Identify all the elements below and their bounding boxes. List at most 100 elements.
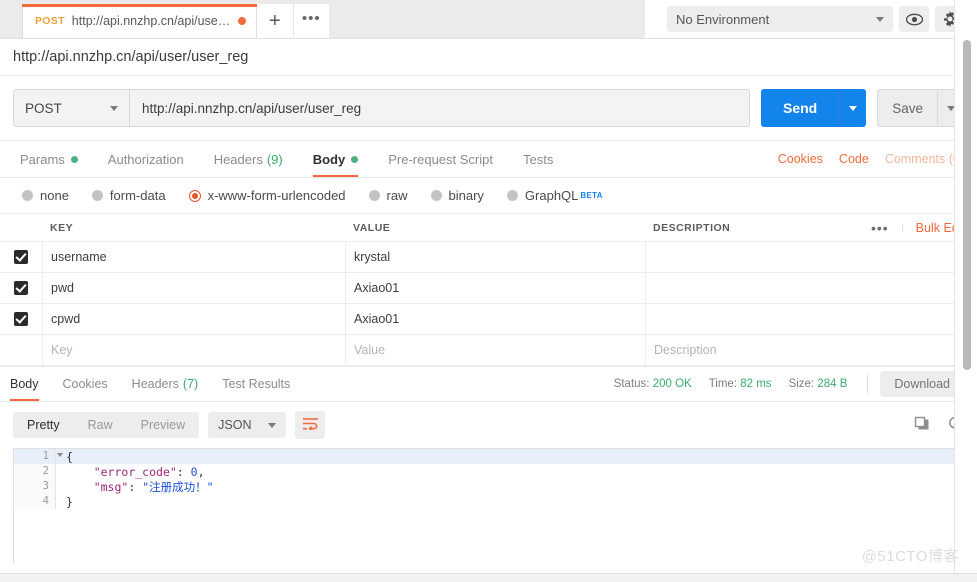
checkbox-checked-icon[interactable] xyxy=(14,250,28,264)
fold-toggle-icon[interactable] xyxy=(57,453,63,457)
row-description-cell[interactable] xyxy=(646,273,977,303)
row-checkbox-cell[interactable] xyxy=(0,335,43,365)
row-value-cell[interactable]: Value xyxy=(346,335,646,365)
time-badge: Time: 82 ms xyxy=(709,378,772,390)
header-check-cell xyxy=(0,214,42,241)
time-label: Time: xyxy=(708,378,738,390)
body-type-form-data[interactable]: form-data xyxy=(91,188,166,203)
chevron-down-icon xyxy=(876,16,884,22)
row-value-text: krystal xyxy=(354,250,391,264)
body-type-binary[interactable]: binary xyxy=(430,188,484,203)
save-button[interactable]: Save xyxy=(877,89,937,127)
tab-headers[interactable]: Headers (9) xyxy=(214,141,283,177)
status-label: Status: xyxy=(613,378,650,390)
column-header-value: VALUE xyxy=(353,221,391,234)
row-value-cell[interactable]: krystal xyxy=(346,242,646,272)
send-options-button[interactable] xyxy=(839,89,867,127)
row-value-cell[interactable]: Axiao01 xyxy=(346,273,646,303)
tab-headers-count: (9) xyxy=(266,151,283,167)
copy-button[interactable] xyxy=(914,416,930,435)
response-tabs: Body Cookies Headers (7) Test Results St… xyxy=(0,366,977,402)
vertical-scrollbar[interactable] xyxy=(963,40,971,370)
body-modified-icon xyxy=(351,155,359,163)
environment-selector[interactable]: No Environment xyxy=(667,6,893,32)
body-type-graphql[interactable]: GraphQL BETA xyxy=(506,188,603,203)
response-tab-test-results[interactable]: Test Results xyxy=(222,367,290,401)
tab-pre-request-script[interactable]: Pre-request Script xyxy=(388,141,493,177)
row-key-cell[interactable]: pwd xyxy=(43,273,346,303)
row-checkbox-cell[interactable] xyxy=(0,273,43,303)
response-body-viewer[interactable]: 1 { 2 "error_code": 0, 3 "msg": "注册成功！" … xyxy=(13,448,964,564)
row-description-cell[interactable] xyxy=(646,242,977,272)
body-type-options: none form-data x-www-form-urlencoded raw… xyxy=(0,178,977,214)
new-tab-button[interactable]: + xyxy=(256,4,293,38)
tab-body[interactable]: Body xyxy=(312,141,359,177)
line-number-text: 3 xyxy=(42,480,49,492)
checkbox-checked-icon[interactable] xyxy=(14,312,28,326)
tab-params[interactable]: Params xyxy=(20,141,78,177)
row-key-cell[interactable]: cpwd xyxy=(43,304,346,334)
row-description-cell[interactable] xyxy=(646,304,977,334)
code-line: 1 { xyxy=(14,449,963,464)
body-type-raw[interactable]: raw xyxy=(368,188,408,203)
row-description-cell[interactable]: Description xyxy=(646,335,977,365)
response-tab-headers[interactable]: Headers (7) xyxy=(132,367,199,401)
row-key-cell[interactable]: username xyxy=(43,242,346,272)
view-preview-button[interactable]: Preview xyxy=(127,412,199,438)
request-tab[interactable]: POST http://api.nnzhp.cn/api/user/u... xyxy=(22,4,257,38)
table-header-row: KEY VALUE DESCRIPTION ••• Bulk Edit xyxy=(0,214,977,242)
row-key-text: pwd xyxy=(51,281,74,295)
environment-quick-look-button[interactable] xyxy=(899,6,929,32)
comments-link[interactable]: Comments (0) xyxy=(885,152,964,166)
table-row[interactable]: pwd Axiao01 xyxy=(0,273,977,304)
table-more-options-button[interactable]: ••• xyxy=(871,221,903,235)
row-checkbox-cell[interactable] xyxy=(0,304,43,334)
body-type-none[interactable]: none xyxy=(22,188,69,203)
code-text: "msg": "注册成功！" xyxy=(93,479,214,494)
word-wrap-button[interactable] xyxy=(295,411,326,439)
save-group: Save xyxy=(877,89,964,127)
http-method-value: POST xyxy=(25,100,62,116)
response-meta: Status: 200 OK Time: 82 ms Size: 284 B D… xyxy=(597,371,964,397)
row-value-cell[interactable]: Axiao01 xyxy=(346,304,646,334)
divider xyxy=(867,375,869,393)
view-pretty-button[interactable]: Pretty xyxy=(13,412,74,438)
url-input[interactable]: http://api.nnzhp.cn/api/user/user_reg xyxy=(129,89,750,127)
url-bar: POST http://api.nnzhp.cn/api/user/user_r… xyxy=(0,76,977,141)
breadcrumb-url: http://api.nnzhp.cn/api/user/user_reg xyxy=(13,49,249,65)
url-input-value: http://api.nnzhp.cn/api/user/user_reg xyxy=(142,100,362,116)
eye-icon xyxy=(905,13,923,26)
code-link[interactable]: Code xyxy=(839,152,869,166)
line-number-text: 4 xyxy=(42,495,49,507)
table-row[interactable]: cpwd Axiao01 xyxy=(0,304,977,335)
http-method-select[interactable]: POST xyxy=(13,89,129,127)
response-tab-body[interactable]: Body xyxy=(10,367,39,401)
download-button[interactable]: Download xyxy=(880,371,964,397)
view-raw-button[interactable]: Raw xyxy=(74,412,127,438)
row-description-placeholder: Description xyxy=(654,343,717,357)
response-view-controls: Pretty Raw Preview JSON xyxy=(13,411,326,439)
response-language-select[interactable]: JSON xyxy=(208,412,287,438)
body-type-urlencoded-label: x-www-form-urlencoded xyxy=(207,188,346,203)
tab-options-button[interactable]: ••• xyxy=(292,4,329,38)
radio-icon xyxy=(506,190,518,201)
send-button[interactable]: Send xyxy=(760,89,840,127)
checkbox-checked-icon[interactable] xyxy=(14,281,28,295)
response-tab-cookies[interactable]: Cookies xyxy=(63,367,108,401)
header-description-cell: DESCRIPTION ••• Bulk Edit xyxy=(645,214,977,241)
tab-tests-label: Tests xyxy=(522,151,554,167)
response-tab-test-results-label: Test Results xyxy=(222,377,291,391)
row-key-cell[interactable]: Key xyxy=(43,335,346,365)
cookies-link[interactable]: Cookies xyxy=(778,152,823,166)
tab-authorization[interactable]: Authorization xyxy=(108,141,184,177)
code-line: 3 "msg": "注册成功！" xyxy=(14,479,963,494)
request-tabs-list: Params Authorization Headers (9) Body Pr… xyxy=(20,141,583,177)
tab-tests[interactable]: Tests xyxy=(523,141,553,177)
size-badge: Size: 284 B xyxy=(789,378,848,390)
row-checkbox-cell[interactable] xyxy=(0,242,43,272)
table-empty-row[interactable]: Key Value Description xyxy=(0,335,977,366)
body-type-x-www-form-urlencoded[interactable]: x-www-form-urlencoded xyxy=(188,188,346,203)
code-text: } xyxy=(66,494,73,509)
radio-icon xyxy=(430,190,442,201)
table-row[interactable]: username krystal xyxy=(0,242,977,273)
